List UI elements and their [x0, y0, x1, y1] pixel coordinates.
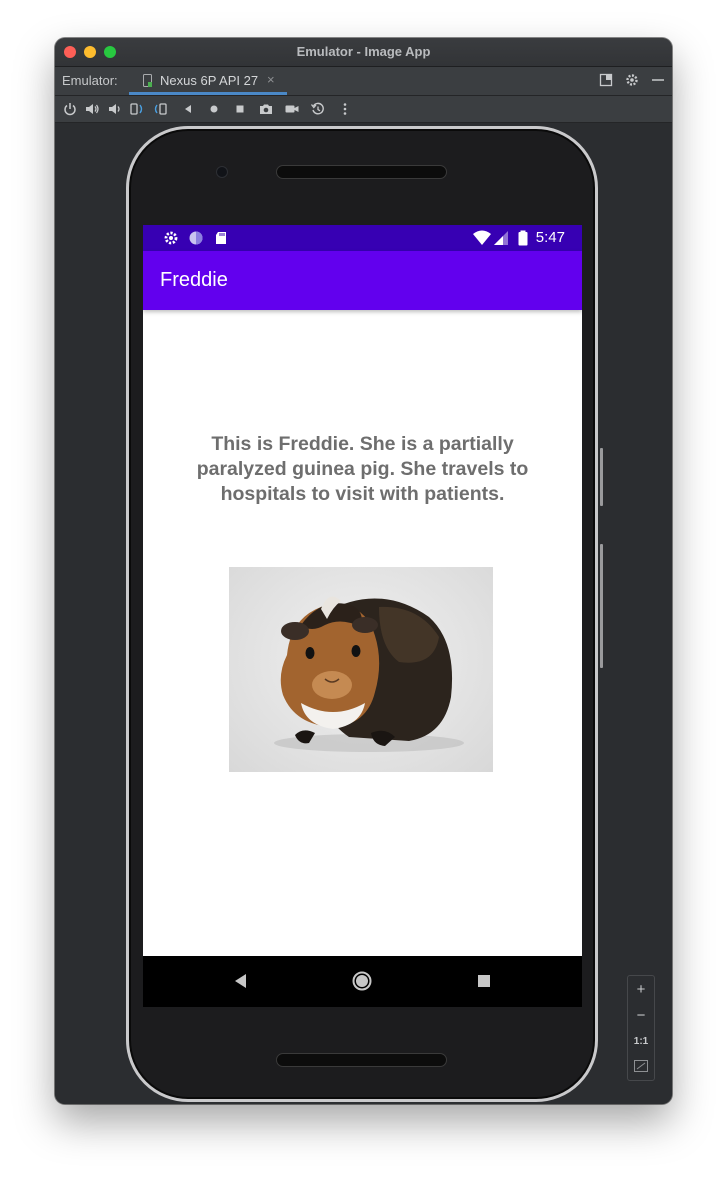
volume-up-icon[interactable] — [84, 101, 100, 117]
app-bar: Freddie — [143, 251, 582, 310]
top-speaker-grille — [276, 165, 447, 179]
settings-gear-icon — [164, 231, 178, 245]
device-icon — [143, 74, 152, 87]
status-bar: 5:47 — [143, 225, 582, 251]
more-icon[interactable] — [337, 101, 353, 117]
fit-screen-icon[interactable] — [634, 1060, 648, 1072]
volume-side-button[interactable] — [600, 544, 603, 668]
tab-bar: Emulator: Nexus 6P API 27 × — [55, 67, 672, 96]
zoom-in-button[interactable]: + — [628, 981, 654, 998]
back-icon[interactable] — [180, 101, 196, 117]
nav-overview-icon[interactable] — [473, 970, 495, 992]
sync-circle-icon — [189, 231, 203, 245]
front-camera — [216, 166, 228, 178]
guinea-pig-photo — [229, 567, 493, 772]
rotate-left-icon[interactable] — [129, 101, 145, 117]
actual-size-button[interactable]: 1:1 — [628, 1036, 654, 1047]
app-title: Freddie — [160, 269, 228, 291]
screenshot-icon[interactable] — [258, 101, 274, 117]
emulator-toolbar — [55, 96, 672, 123]
tab-nexus-6p[interactable]: Nexus 6P API 27 × — [129, 67, 287, 95]
title-bar: Emulator - Image App — [55, 38, 672, 67]
tab-label: Nexus 6P API 27 — [160, 73, 259, 88]
power-icon[interactable] — [62, 101, 78, 117]
navigation-bar — [143, 956, 582, 1007]
volume-down-icon[interactable] — [106, 101, 122, 117]
bottom-speaker-grille — [276, 1053, 447, 1067]
tab-close-icon[interactable]: × — [267, 72, 275, 87]
nav-home-icon[interactable] — [351, 970, 373, 992]
nav-back-icon[interactable] — [230, 970, 252, 992]
device-screen[interactable]: 5:47 Freddie This is Freddie. She is a p… — [143, 225, 582, 1007]
snapshot-icon[interactable] — [310, 101, 326, 117]
battery-icon — [518, 230, 528, 246]
zoom-out-button[interactable]: − — [628, 1007, 654, 1024]
sd-card-icon — [216, 232, 226, 244]
power-side-button[interactable] — [600, 448, 603, 506]
zoom-panel: + − 1:1 — [627, 975, 655, 1081]
window-mode-icon[interactable] — [599, 73, 613, 87]
window-title: Emulator - Image App — [296, 44, 431, 59]
emulator-label: Emulator: — [62, 73, 118, 88]
home-icon[interactable] — [206, 101, 222, 117]
screen-record-icon[interactable] — [284, 101, 300, 117]
freddie-description: This is Freddie. She is a partially para… — [196, 433, 529, 505]
cell-signal-icon — [494, 231, 508, 245]
status-time: 5:47 — [535, 229, 565, 246]
wifi-icon — [473, 230, 491, 245]
settings-gear-icon[interactable] — [625, 73, 639, 87]
hide-panel-icon[interactable] — [651, 73, 665, 87]
rotate-right-icon[interactable] — [152, 101, 168, 117]
overview-icon[interactable] — [232, 101, 248, 117]
